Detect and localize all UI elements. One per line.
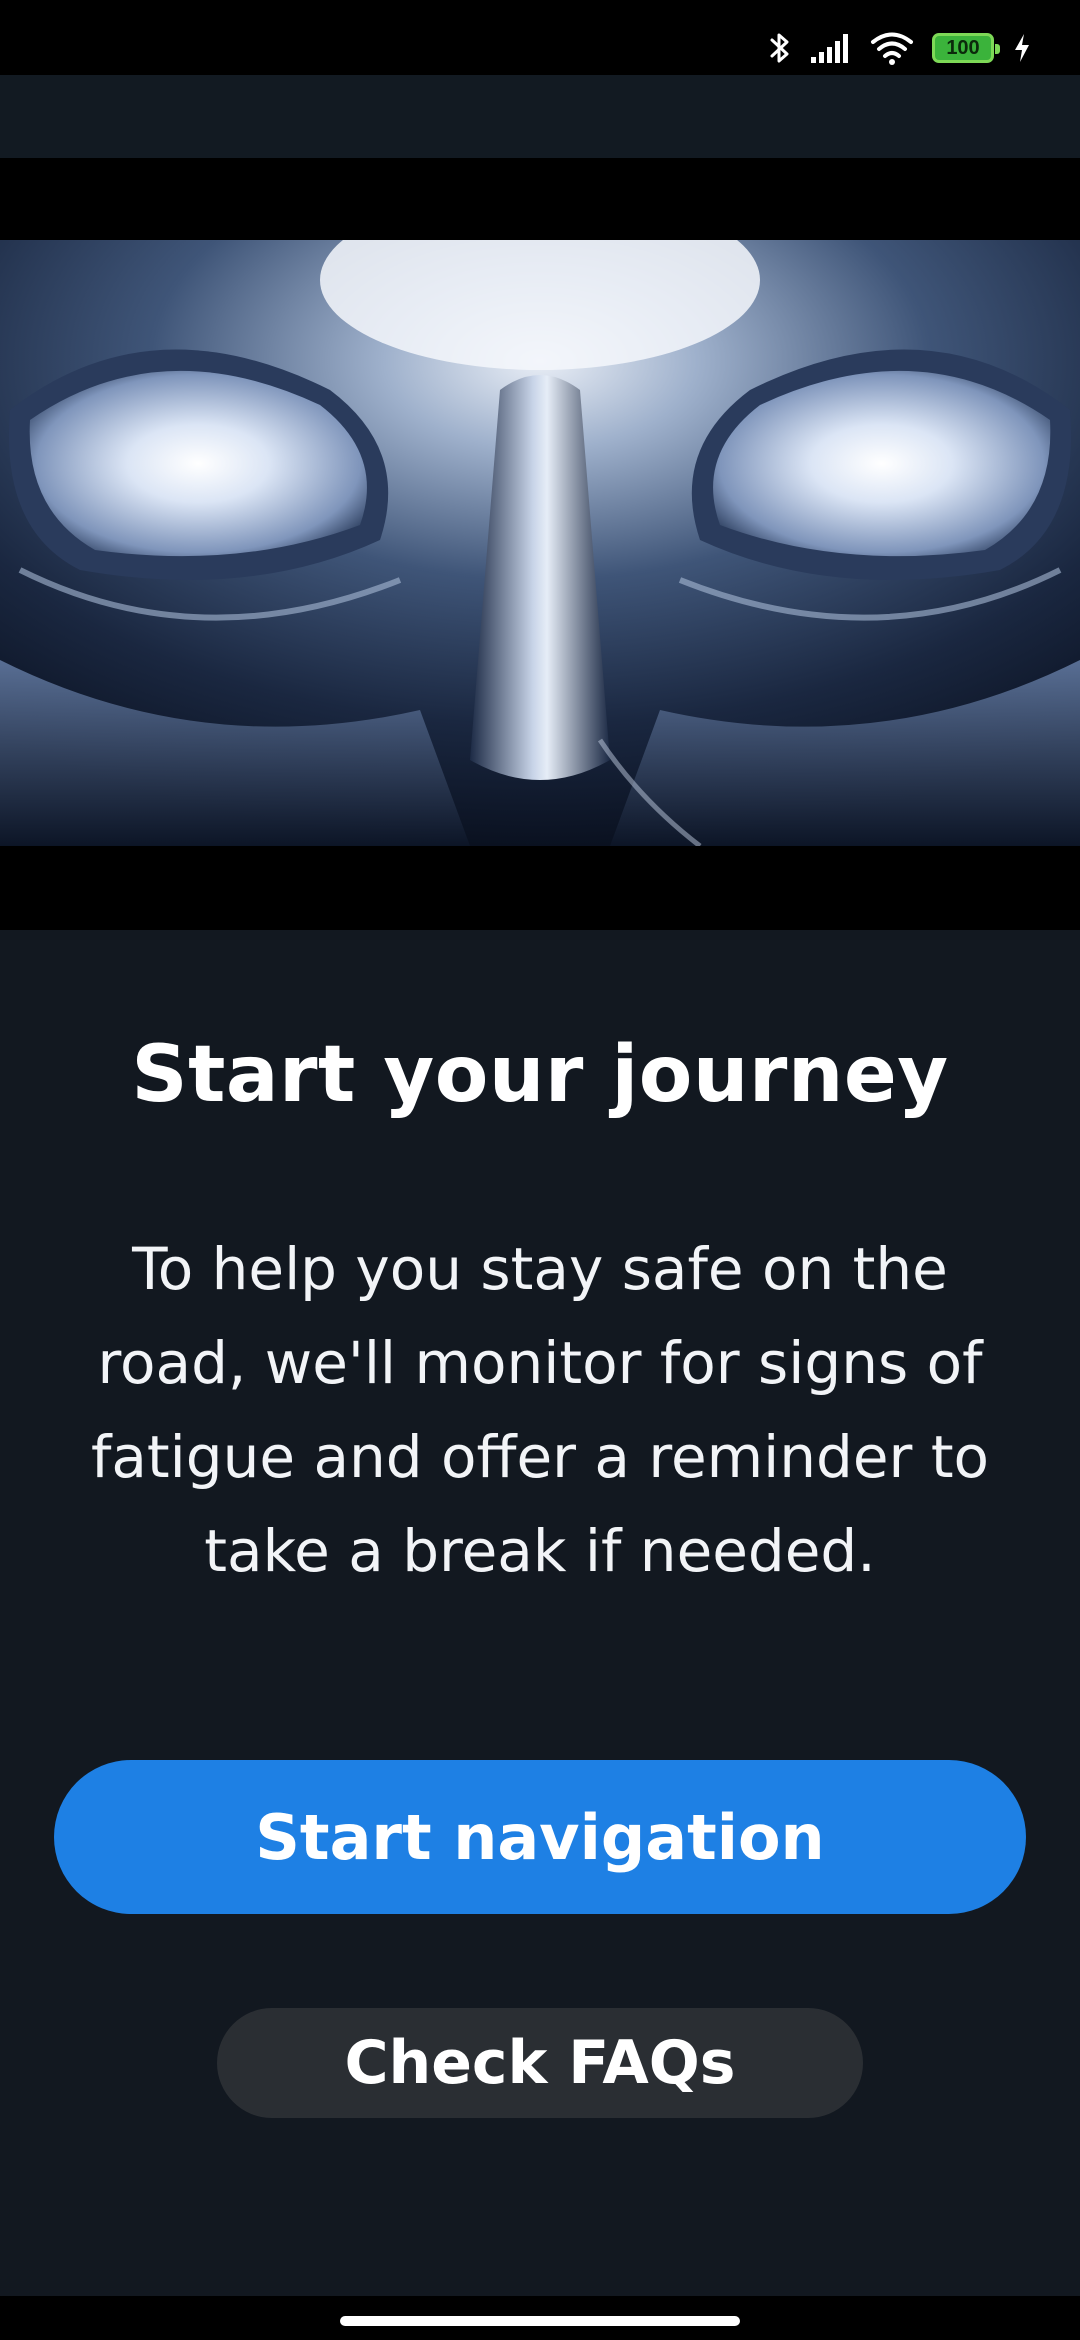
charging-icon [1015, 34, 1029, 62]
hero-media [0, 158, 1080, 930]
chrome-face-image [0, 240, 1080, 846]
wifi-icon [871, 32, 913, 65]
home-indicator[interactable] [340, 2316, 740, 2326]
signal-icon [811, 34, 848, 63]
page-title: Start your journey [131, 1030, 949, 1120]
battery-level: 100 [946, 37, 980, 59]
bluetooth-icon [770, 33, 789, 63]
start-navigation-button[interactable]: Start navigation [54, 1760, 1026, 1914]
status-bar: 100 [0, 0, 1080, 75]
top-app-bar [0, 75, 1080, 158]
screen: 100 Start your journey To help you stay … [0, 0, 1080, 2340]
status-icons: 100 [768, 24, 1032, 72]
battery-icon: 100 [932, 33, 1000, 63]
check-faqs-button[interactable]: Check FAQs [217, 2008, 863, 2118]
system-navigation-bar [0, 2296, 1080, 2340]
page-description: To help you stay safe on the road, we'll… [90, 1235, 990, 1585]
